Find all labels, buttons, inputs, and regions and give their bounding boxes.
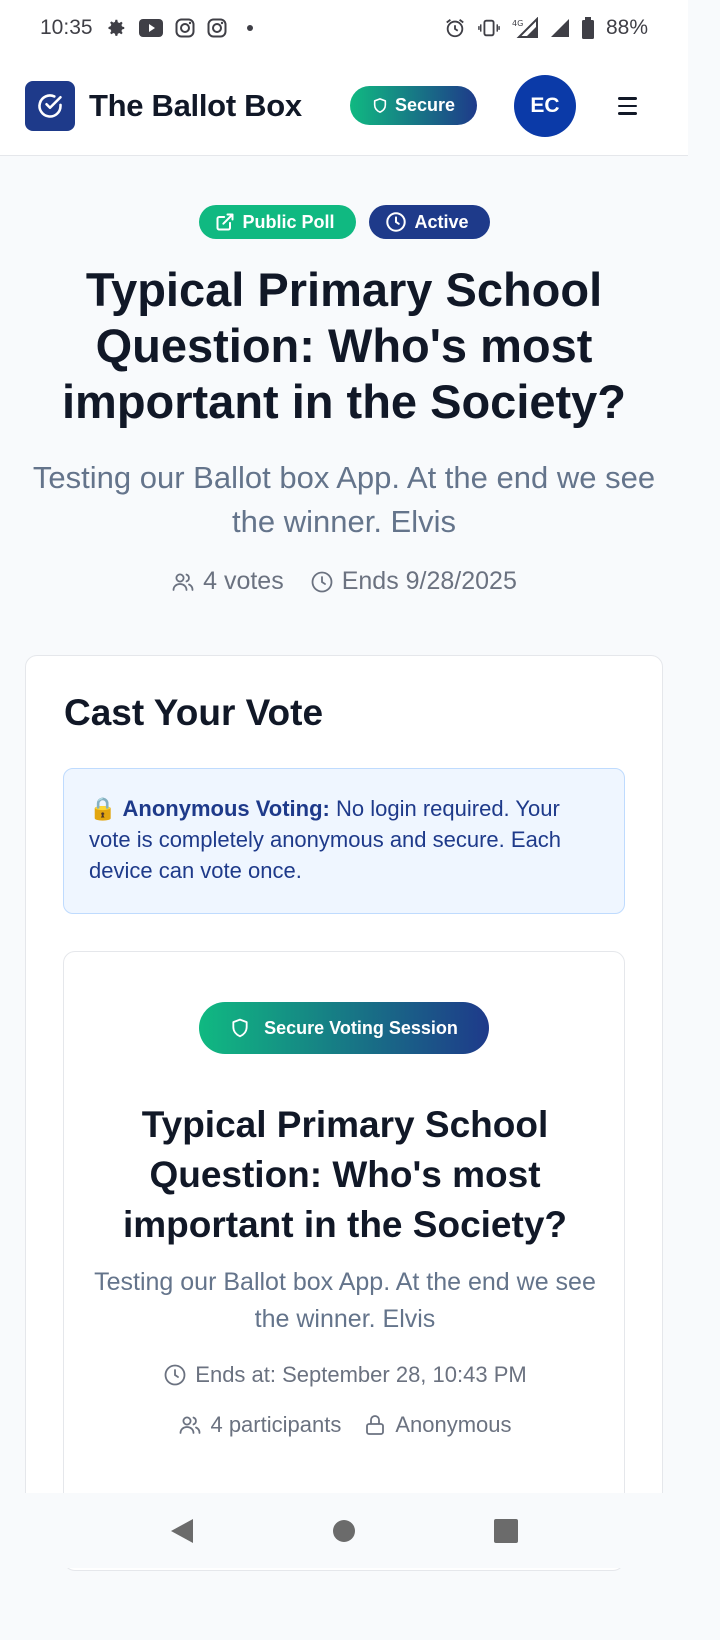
poll-meta: 4 votes Ends 9/28/2025 [0, 567, 688, 596]
privacy-label: Anonymous [395, 1412, 512, 1437]
notification-dot [246, 25, 253, 31]
participants-count: 4 participants [178, 1412, 341, 1438]
app-title: The Ballot Box [89, 87, 302, 123]
signal-icon [550, 19, 569, 37]
check-circle-icon [38, 93, 62, 118]
user-avatar[interactable]: EC [514, 75, 576, 137]
public-poll-badge: Public Poll [198, 205, 356, 239]
secure-badge: Secure [350, 86, 477, 125]
svg-text:4G: 4G [512, 19, 523, 28]
external-link-icon [216, 213, 233, 231]
clock-icon [164, 1364, 186, 1386]
menu-button[interactable] [618, 91, 648, 121]
settings-icon [108, 19, 124, 36]
system-nav-bar [0, 1493, 688, 1568]
home-icon[interactable] [332, 1519, 356, 1543]
card-title: Cast Your Vote [64, 692, 324, 733]
shield-icon [232, 1018, 248, 1038]
anonymous-info-box: 🔒 Anonymous Voting: No login required. Y… [63, 768, 625, 914]
clock-icon [311, 571, 333, 592]
lock-emoji-icon: 🔒 [89, 796, 117, 821]
votes-count: 4 votes [171, 567, 284, 596]
info-label: Anonymous Voting: [122, 796, 330, 821]
menu-icon-line [618, 104, 637, 108]
session-meta: 4 participants Anonymous [64, 1412, 626, 1438]
back-icon[interactable] [169, 1517, 195, 1545]
alarm-icon [446, 19, 464, 38]
session-poll-description: Testing our Ballot box App. At the end w… [94, 1268, 596, 1333]
cast-vote-card: Cast Your Vote 🔒 Anonymous Voting: No lo… [25, 655, 663, 1571]
signal-4g-icon: 4G [512, 17, 538, 38]
public-poll-label: Public Poll [242, 211, 335, 232]
shield-icon [373, 98, 387, 113]
battery-icon [581, 17, 594, 39]
votes-label: 4 votes [203, 567, 284, 595]
session-label: Secure Voting Session [264, 1017, 458, 1038]
app-logo[interactable] [25, 80, 75, 131]
ends-label: Ends 9/28/2025 [341, 567, 517, 595]
youtube-icon [138, 19, 163, 37]
battery-level: 88% [605, 16, 648, 39]
ends-at-label: Ends at: September 28, 10:43 PM [195, 1362, 527, 1387]
privacy-indicator: Anonymous [363, 1412, 512, 1438]
lock-icon [366, 1415, 385, 1435]
status-time: 10:35 [40, 16, 93, 39]
app-header: The Ballot Box Secure EC [0, 56, 688, 156]
users-icon [172, 573, 194, 591]
secure-session-badge: Secure Voting Session [199, 1002, 489, 1054]
recents-icon[interactable] [493, 1518, 519, 1544]
clock-icon [385, 212, 406, 232]
poll-badges: Public Poll Active [0, 205, 688, 239]
poll-end-date: Ends 9/28/2025 [310, 567, 517, 596]
instagram-icon [175, 18, 195, 38]
poll-description: Testing our Ballot box App. At the end w… [32, 460, 656, 539]
participants-label: 4 participants [210, 1412, 342, 1437]
menu-icon-line [618, 112, 637, 115]
voting-session-card: Secure Voting Session Typical Primary Sc… [63, 951, 625, 1571]
vibrate-icon [478, 19, 500, 37]
session-end-time: Ends at: September 28, 10:43 PM [64, 1362, 626, 1388]
status-bar: 10:35 4G 88% [0, 0, 688, 56]
poll-title: Typical Primary School Question: Who's m… [61, 263, 627, 428]
users-icon [180, 1416, 201, 1434]
active-badge: Active [368, 205, 490, 239]
secure-label: Secure [394, 95, 456, 115]
menu-icon-line [618, 97, 637, 100]
active-label: Active [414, 211, 469, 232]
instagram-icon [207, 18, 227, 38]
session-poll-title: Typical Primary School Question: Who's m… [122, 1104, 568, 1245]
